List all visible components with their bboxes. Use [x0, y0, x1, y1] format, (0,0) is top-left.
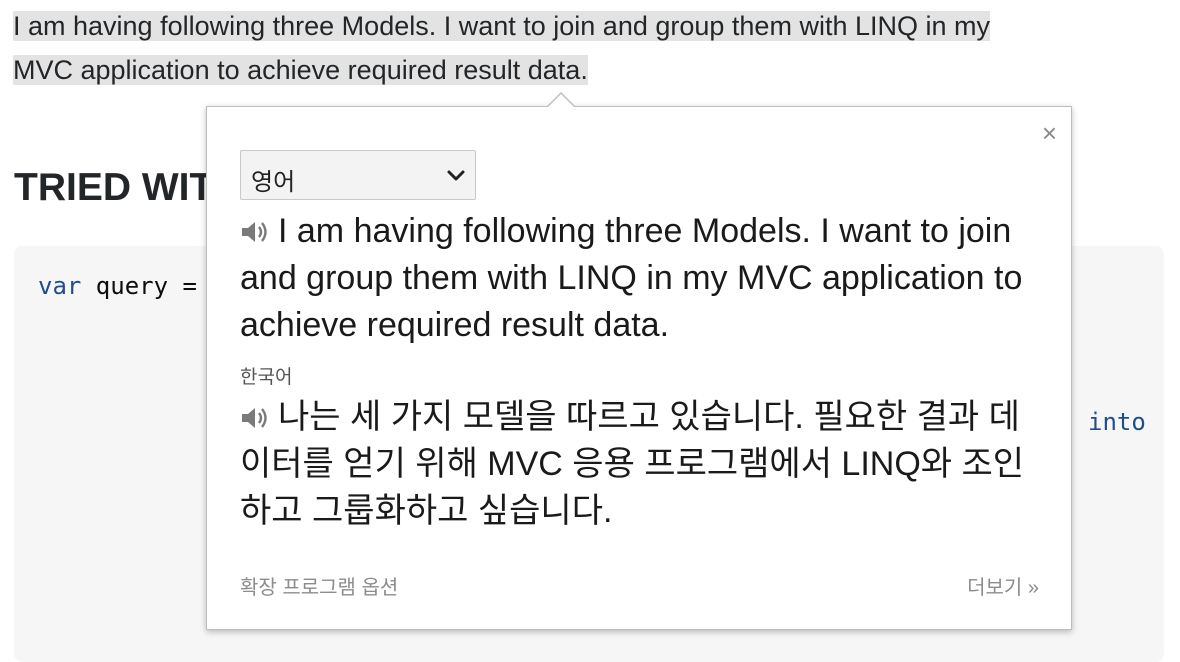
source-language-select[interactable]: 영어 — [240, 150, 476, 200]
code-line: var query = — [38, 272, 197, 300]
target-language-label: 한국어 — [240, 367, 293, 388]
close-button[interactable]: × — [1042, 120, 1057, 146]
close-icon: × — [1041, 118, 1057, 148]
source-text-content: I am having following three Models. I wa… — [240, 212, 1023, 344]
highlighted-text-line2: MVC application to achieve required resu… — [13, 55, 588, 85]
more-link[interactable]: 더보기 » — [967, 571, 1039, 600]
highlighted-text-line1: I am having following three Models. I wa… — [13, 11, 990, 41]
popup-pointer-fill — [547, 94, 575, 108]
question-intro: I am having following three Models. I wa… — [13, 4, 1113, 92]
section-heading: TRIED WIT — [14, 166, 214, 209]
translated-text: 나는 세 가지 모델을 따르고 있습니다. 필요한 결과 데이터를 얻기 위해 … — [240, 394, 1050, 535]
page: I am having following three Models. I wa… — [0, 0, 1180, 662]
translated-text-content: 나는 세 가지 모델을 따르고 있습니다. 필요한 결과 데이터를 얻기 위해 … — [240, 398, 1025, 530]
code-keyword: var — [38, 272, 82, 300]
speaker-icon[interactable] — [240, 219, 270, 245]
source-text: I am having following three Models. I wa… — [240, 208, 1050, 349]
code-text: query = — [81, 272, 197, 300]
speaker-icon[interactable] — [240, 405, 270, 431]
source-language-value: 영어 — [251, 169, 296, 196]
translation-popup: × 영어 I am having following three Models.… — [206, 92, 1072, 630]
chevron-down-icon — [447, 170, 465, 181]
code-keyword-into: into — [1088, 408, 1146, 436]
extension-options-link[interactable]: 확장 프로그램 옵션 — [240, 571, 398, 600]
